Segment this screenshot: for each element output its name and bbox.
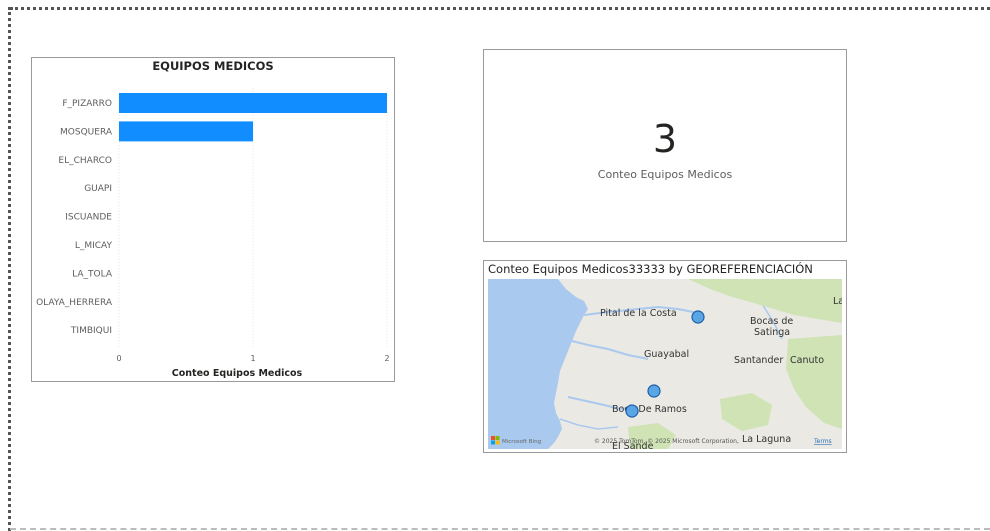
microsoft-logo-icon xyxy=(495,436,500,440)
card-visual[interactable]: 3 Conteo Equipos Medicos xyxy=(483,49,847,242)
map-visual[interactable]: Conteo Equipos Medicos33333 by GEOREFERE… xyxy=(483,260,847,453)
x-tick-label: 0 xyxy=(116,354,121,363)
map-canvas: Pital de la Costa Bocas de Satinga Guaya… xyxy=(488,279,842,449)
map-attribution: © 2025 TomTom, © 2025 Microsoft Corporat… xyxy=(594,438,739,445)
map-place-label: Boca De Ramos xyxy=(612,404,687,415)
category-label: OLAYA_HERRERA xyxy=(36,298,113,308)
map-place-label: Santander xyxy=(734,355,783,366)
map-place-label: Canuto xyxy=(790,355,824,366)
category-label: LA_TOLA xyxy=(72,269,113,279)
map-place-label: Pital de la Costa xyxy=(600,308,677,319)
map-place-label: La xyxy=(833,296,842,307)
x-axis-title: Conteo Equipos Medicos xyxy=(172,368,303,379)
category-label: TIMBIQUI xyxy=(70,326,112,336)
microsoft-logo-icon xyxy=(491,440,495,445)
microsoft-logo-icon xyxy=(495,440,500,445)
category-label: L_MICAY xyxy=(75,241,113,251)
category-label: F_PIZARRO xyxy=(62,99,112,109)
chart-title: EQUIPOS MEDICOS xyxy=(152,59,273,73)
category-label: ISCUANDE xyxy=(65,213,112,223)
map-area[interactable]: Pital de la Costa Bocas de Satinga Guaya… xyxy=(488,279,842,449)
x-tick-label: 1 xyxy=(250,354,255,363)
map-place-label: La Laguna xyxy=(742,434,791,445)
map-place-label: Bocas de xyxy=(750,316,793,327)
canvas-border xyxy=(8,7,11,531)
bar[interactable] xyxy=(119,121,253,142)
canvas-border xyxy=(10,7,990,10)
bar-chart: EQUIPOS MEDICOS F_PIZARRO MOSQUERA EL_CHAR… xyxy=(36,59,389,379)
terms-link[interactable]: Terms xyxy=(813,438,832,445)
canvas-border xyxy=(10,528,990,530)
map-place-label: Guayabal xyxy=(644,349,689,360)
bar[interactable] xyxy=(119,93,387,113)
map-bubble[interactable] xyxy=(691,310,705,324)
map-title: Conteo Equipos Medicos33333 by GEOREFERE… xyxy=(488,262,813,276)
map-bubble[interactable] xyxy=(647,384,661,398)
bar-chart-visual[interactable]: EQUIPOS MEDICOS F_PIZARRO MOSQUERA EL_CHAR… xyxy=(31,57,395,382)
category-label: GUAPI xyxy=(84,184,112,194)
map-bubble[interactable] xyxy=(625,404,639,418)
category-label: EL_CHARCO xyxy=(58,156,112,166)
x-tick-label: 2 xyxy=(384,354,389,363)
map-place-label: Satinga xyxy=(754,327,790,338)
bing-logo-text: Microsoft Bing xyxy=(502,439,541,445)
microsoft-logo-icon xyxy=(491,436,495,440)
card-value: 3 xyxy=(652,117,678,161)
category-label: MOSQUERA xyxy=(60,127,113,137)
card-label: Conteo Equipos Medicos xyxy=(597,168,733,181)
